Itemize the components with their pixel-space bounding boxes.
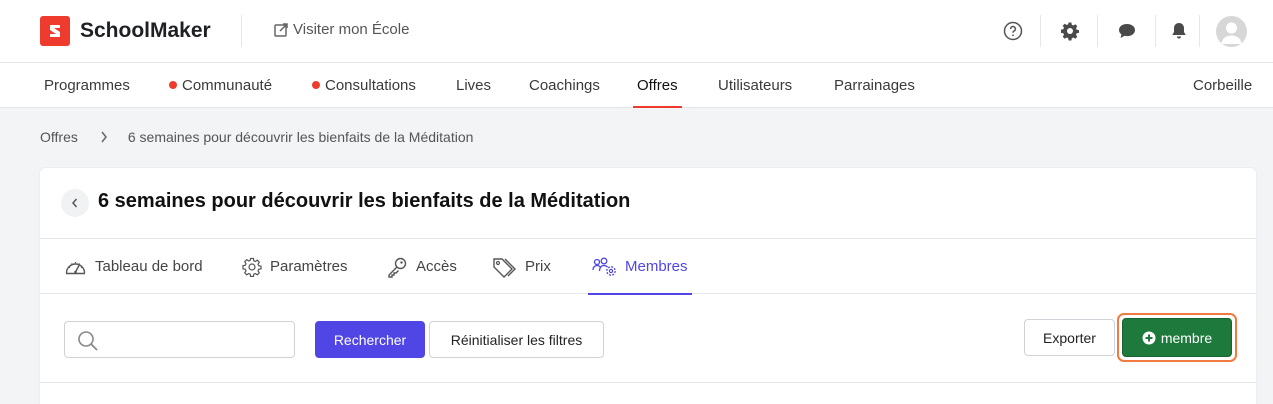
- tab-prix[interactable]: Prix: [492, 239, 551, 294]
- nav-label: Programmes: [44, 77, 130, 94]
- nav-lives[interactable]: Lives: [456, 63, 491, 108]
- reset-filters-button[interactable]: Réinitialiser les filtres: [429, 321, 604, 358]
- card-header: 6 semaines pour découvrir les bienfaits …: [40, 168, 1256, 239]
- members-toolbar: Rechercher Réinitialiser les filtres Exp…: [40, 294, 1256, 383]
- nav-label: Communauté: [182, 77, 273, 94]
- brand-logo[interactable]: SchoolMaker: [40, 16, 211, 46]
- header-divider: [241, 15, 242, 47]
- nav-utilisateurs[interactable]: Utilisateurs: [718, 63, 792, 108]
- settings-button[interactable]: [1059, 20, 1081, 42]
- tab-acces[interactable]: Accès: [386, 239, 457, 294]
- members-gear-icon: [592, 257, 616, 276]
- visit-school-label: Visiter mon École: [293, 21, 410, 38]
- user-silhouette-icon: [1221, 22, 1242, 44]
- nav-label: Parrainages: [834, 77, 915, 94]
- add-member-highlight: membre: [1117, 313, 1237, 362]
- offer-tabs: Tableau de bord Paramètres Accès Prix Me…: [40, 239, 1256, 295]
- tab-label: Paramètres: [270, 258, 348, 275]
- chevron-left-icon: [72, 198, 78, 208]
- breadcrumb-current: 6 semaines pour découvrir les bienfaits …: [127, 129, 474, 145]
- nav-label: Offres: [637, 77, 678, 94]
- nav-label: Coachings: [529, 77, 600, 94]
- bell-icon: [1172, 23, 1186, 39]
- notification-dot: [312, 81, 320, 89]
- nav-communaute[interactable]: Communauté: [169, 63, 272, 108]
- plus-circle-icon: [1142, 331, 1156, 344]
- search-icon: [78, 331, 98, 351]
- nav-corbeille[interactable]: Corbeille: [1193, 63, 1252, 108]
- nav-label: Utilisateurs: [718, 77, 793, 94]
- gear-icon: [1061, 22, 1079, 41]
- icon-divider: [1097, 15, 1098, 47]
- main-navigation: Programmes Communauté Consultations Live…: [0, 63, 1273, 108]
- nav-label: Corbeille: [1193, 77, 1253, 94]
- user-avatar[interactable]: [1216, 16, 1247, 47]
- search-field: [64, 321, 295, 358]
- help-button[interactable]: [1002, 20, 1024, 42]
- breadcrumb: Offres 6 semaines pour découvrir les bie…: [40, 129, 473, 145]
- external-link-icon: [274, 22, 288, 37]
- breadcrumb-root[interactable]: Offres: [40, 129, 78, 145]
- nav-programmes[interactable]: Programmes: [44, 63, 130, 108]
- add-member-button[interactable]: membre: [1122, 318, 1232, 357]
- tab-tableau-de-bord[interactable]: Tableau de bord: [64, 239, 203, 294]
- tab-label: Tableau de bord: [95, 258, 203, 275]
- offer-card: 6 semaines pour découvrir les bienfaits …: [40, 168, 1256, 404]
- help-circle-icon: [1003, 21, 1023, 41]
- nav-parrainages[interactable]: Parrainages: [834, 63, 915, 108]
- page-title: 6 semaines pour découvrir les bienfaits …: [98, 190, 631, 212]
- gear-icon: [242, 257, 262, 277]
- notifications-button[interactable]: [1168, 20, 1190, 42]
- nav-label: Consultations: [325, 77, 416, 94]
- schoolmaker-logo-icon: [40, 16, 70, 46]
- notification-dot: [169, 81, 177, 89]
- nav-consultations[interactable]: Consultations: [312, 63, 416, 108]
- tab-parametres[interactable]: Paramètres: [242, 239, 348, 294]
- back-button[interactable]: [61, 189, 89, 217]
- price-tag-icon: [493, 257, 516, 278]
- search-button[interactable]: Rechercher: [315, 321, 425, 358]
- search-input[interactable]: [65, 322, 294, 357]
- nav-offres[interactable]: Offres: [633, 63, 682, 108]
- icon-divider: [1040, 15, 1041, 47]
- tab-membres[interactable]: Membres: [588, 239, 692, 295]
- nav-label: Lives: [456, 77, 492, 94]
- brand-name: SchoolMaker: [80, 19, 211, 42]
- chat-bubble-icon: [1119, 24, 1135, 38]
- chevron-right-icon: [100, 131, 108, 143]
- dashboard-gauge-icon: [65, 261, 86, 274]
- add-member-label: membre: [1160, 329, 1213, 346]
- visit-school-link[interactable]: Visiter mon École: [273, 21, 409, 38]
- messages-button[interactable]: [1116, 20, 1138, 42]
- icon-divider: [1199, 15, 1200, 47]
- key-icon: [388, 257, 407, 278]
- nav-coachings[interactable]: Coachings: [529, 63, 600, 108]
- icon-divider: [1155, 15, 1156, 47]
- tab-label: Accès: [416, 258, 457, 275]
- export-button[interactable]: Exporter: [1024, 319, 1115, 356]
- tab-label: Membres: [625, 258, 688, 275]
- top-header: SchoolMaker Visiter mon École: [0, 0, 1273, 63]
- tab-label: Prix: [525, 258, 551, 275]
